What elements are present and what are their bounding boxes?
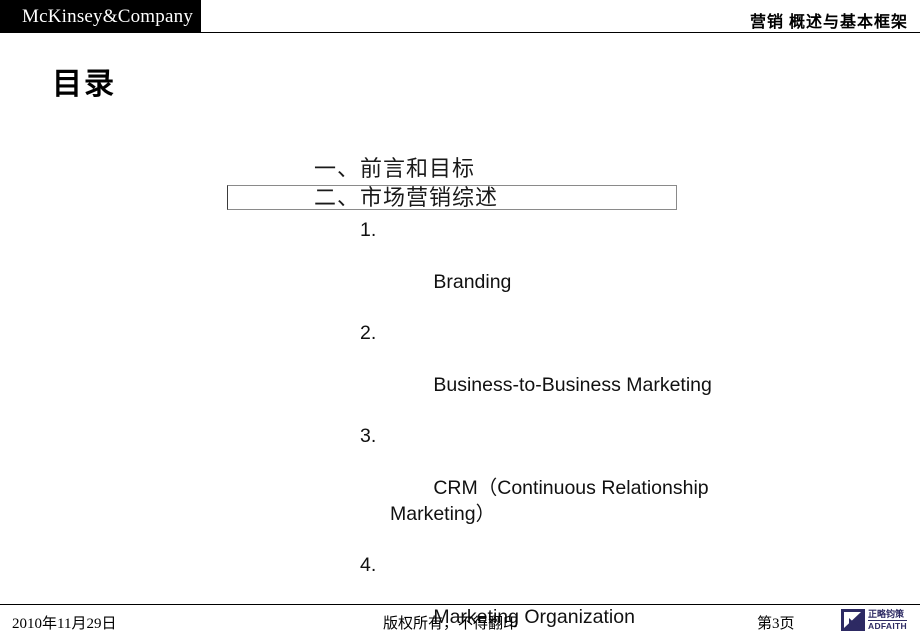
- list-item[interactable]: 1. Branding: [0, 218, 920, 321]
- mckinsey-logo-box: McKinsey&Company: [0, 0, 201, 33]
- header-divider: [201, 32, 920, 33]
- list-item-label: Business-to-Business Marketing: [433, 373, 712, 396]
- footer-date: 2010年11月29日: [12, 616, 117, 632]
- page-number: 第3页: [757, 616, 795, 632]
- header-title: 营销 概述与基本框架: [749, 14, 908, 31]
- list-item-label: Branding: [433, 270, 512, 293]
- list-item[interactable]: 2. Business-to-Business Marketing: [0, 321, 920, 424]
- agenda-item-2-label: 二、市场营销综述: [314, 185, 499, 210]
- adfaith-mark-icon: [841, 609, 865, 631]
- adfaith-logo-cn: 正略钧策: [868, 608, 905, 619]
- page-title: 目录: [52, 68, 116, 101]
- list-item-number: 3.: [360, 425, 377, 448]
- mckinsey-logo-text: McKinsey&Company: [22, 6, 194, 27]
- adfaith-logo-en: ADFAITH: [868, 619, 907, 631]
- list-item-number: 1.: [360, 219, 377, 241]
- list-item-number: 4.: [360, 554, 377, 577]
- list-item-label: CRM（Continuous Relationship Marketing）: [390, 476, 709, 525]
- agenda-sublist: 1. Branding 2. Business-to-Business Mark…: [0, 218, 920, 637]
- list-item-number: 2.: [360, 322, 377, 345]
- agenda-item-2[interactable]: 二、市场营销综述: [0, 185, 920, 218]
- footer-copyright: 版权所有，不得翻印: [383, 616, 519, 632]
- agenda-item-1-label: 一、前言和目标: [314, 156, 476, 181]
- slide-canvas: McKinsey&Company 营销 概述与基本框架 目录 一、前言和目标 二…: [0, 0, 920, 637]
- list-item[interactable]: 3. CRM（Continuous Relationship Marketing…: [0, 424, 920, 553]
- adfaith-logo: 正略钧策 ADFAITH: [841, 608, 910, 632]
- agenda-list: 一、前言和目标 二、市场营销综述 1. Branding 2. Business…: [0, 152, 920, 637]
- footer-divider: [0, 604, 920, 605]
- adfaith-logo-words: 正略钧策 ADFAITH: [868, 608, 907, 631]
